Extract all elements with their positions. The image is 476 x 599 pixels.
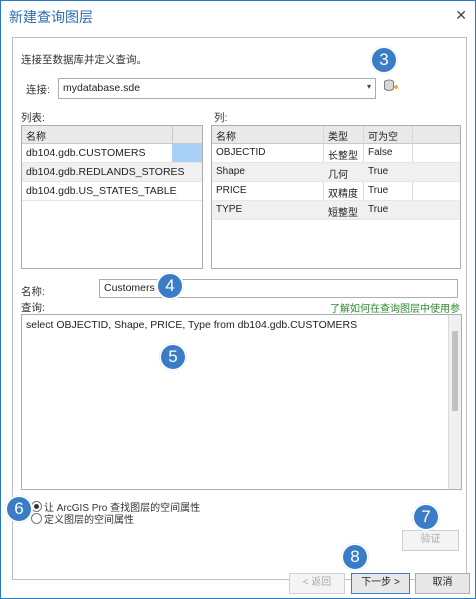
callout-8: 8 bbox=[341, 543, 369, 571]
callout-6: 6 bbox=[5, 495, 33, 523]
column-name: TYPE bbox=[216, 204, 243, 215]
column-nullable: True bbox=[368, 185, 389, 196]
table-row[interactable]: db104.gdb.US_STATES_TABLE bbox=[22, 182, 202, 201]
dialog-content: 连接至数据库并定义查询。 连接: mydatabase.sde ▾ 列表: 名称… bbox=[12, 37, 467, 580]
column-type: 短整型 bbox=[328, 208, 358, 219]
column-row[interactable]: TYPE 短整型 True bbox=[212, 201, 460, 220]
cancel-button[interactable]: 取消 bbox=[415, 573, 470, 594]
next-button[interactable]: 下一步 > bbox=[351, 573, 410, 594]
selection-indicator bbox=[172, 144, 202, 162]
add-connection-icon[interactable] bbox=[383, 78, 399, 94]
table-name: db104.gdb.US_STATES_TABLE bbox=[26, 185, 177, 197]
column-type: 几何 bbox=[328, 170, 348, 181]
new-query-layer-dialog: 新建查询图层 ✕ 连接至数据库并定义查询。 连接: mydatabase.sde… bbox=[0, 0, 476, 599]
layer-name-input[interactable]: Customers bbox=[99, 279, 458, 298]
intro-text: 连接至数据库并定义查询。 bbox=[21, 54, 147, 66]
column-header-nullable: 可为空 bbox=[368, 132, 398, 143]
columns-label: 列: bbox=[214, 112, 228, 124]
column-name: OBJECTID bbox=[216, 147, 266, 158]
column-type: 双精度 bbox=[328, 189, 358, 200]
radio-define-spatial[interactable] bbox=[31, 513, 42, 524]
callout-4: 4 bbox=[156, 272, 184, 300]
column-type: 长整型 bbox=[328, 151, 358, 162]
header-divider bbox=[172, 126, 173, 143]
title-bar: 新建查询图层 ✕ bbox=[1, 1, 475, 31]
callout-3: 3 bbox=[370, 46, 398, 74]
connection-label: 连接: bbox=[26, 84, 50, 96]
table-name: db104.gdb.CUSTOMERS bbox=[26, 147, 146, 159]
columns-grid[interactable]: 名称 类型 可为空 OBJECTID 长整型 False Shape 几何 Tr… bbox=[211, 125, 461, 269]
tables-header: 名称 bbox=[22, 126, 202, 144]
column-row[interactable]: Shape 几何 True bbox=[212, 163, 460, 182]
column-header-name: 名称 bbox=[216, 132, 236, 143]
query-scrollbar[interactable] bbox=[448, 315, 461, 489]
query-label: 查询: bbox=[21, 302, 45, 314]
scrollbar-thumb[interactable] bbox=[452, 331, 458, 411]
column-header-type: 类型 bbox=[328, 132, 348, 143]
query-textarea[interactable]: select OBJECTID, Shape, PRICE, Type from… bbox=[21, 314, 462, 490]
connection-value: mydatabase.sde bbox=[63, 82, 141, 94]
validate-button[interactable]: 验证 bbox=[402, 530, 459, 551]
define-spatial-label[interactable]: 定义图层的空间属性 bbox=[44, 511, 134, 526]
back-button[interactable]: < 返回 bbox=[289, 573, 345, 594]
name-label: 名称: bbox=[21, 286, 45, 298]
tables-label: 列表: bbox=[21, 112, 45, 124]
tables-header-name: 名称 bbox=[26, 132, 46, 143]
table-row[interactable]: db104.gdb.CUSTOMERS bbox=[22, 144, 202, 163]
column-nullable: True bbox=[368, 204, 389, 215]
close-icon[interactable]: ✕ bbox=[455, 7, 467, 24]
callout-7: 7 bbox=[412, 503, 440, 531]
query-text: select OBJECTID, Shape, PRICE, Type from… bbox=[26, 319, 358, 331]
layer-name-value: Customers bbox=[104, 282, 155, 294]
column-nullable: True bbox=[368, 166, 389, 177]
column-row[interactable]: PRICE 双精度 True bbox=[212, 182, 460, 201]
columns-header: 名称 类型 可为空 bbox=[212, 126, 460, 144]
dialog-title: 新建查询图层 bbox=[9, 9, 93, 25]
chevron-down-icon: ▾ bbox=[366, 82, 371, 91]
radio-selected-dot bbox=[34, 504, 39, 509]
table-name: db104.gdb.REDLANDS_STORES bbox=[26, 166, 185, 178]
callout-5: 5 bbox=[159, 343, 187, 371]
column-name: PRICE bbox=[216, 185, 247, 196]
tables-list[interactable]: 名称 db104.gdb.CUSTOMERS db104.gdb.REDLAND… bbox=[21, 125, 203, 269]
connection-dropdown[interactable]: mydatabase.sde ▾ bbox=[58, 78, 376, 99]
column-name: Shape bbox=[216, 166, 245, 177]
column-row[interactable]: OBJECTID 长整型 False bbox=[212, 144, 460, 163]
column-nullable: False bbox=[368, 147, 393, 158]
table-row[interactable]: db104.gdb.REDLANDS_STORES bbox=[22, 163, 202, 182]
